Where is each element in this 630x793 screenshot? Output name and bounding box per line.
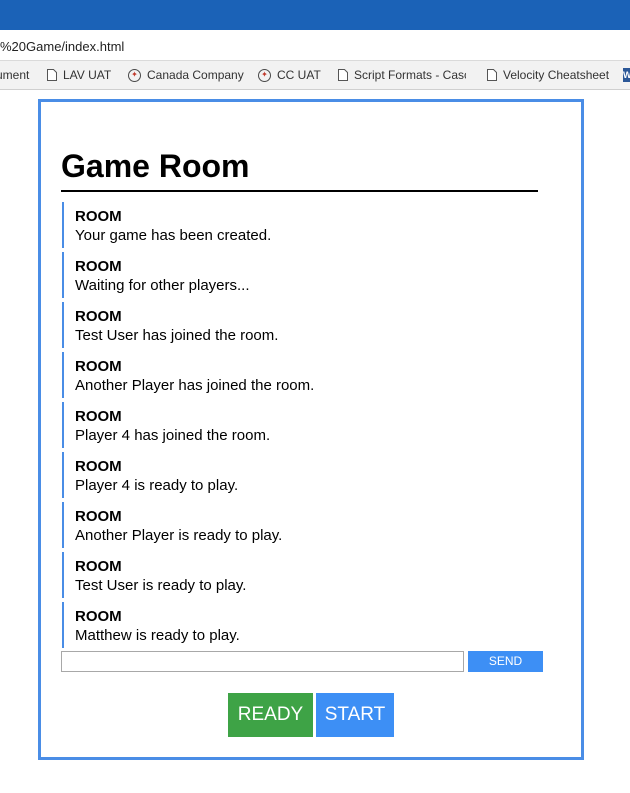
bookmark-item[interactable]: Velocity Cheatsheet <box>487 61 609 89</box>
chat-input[interactable] <box>61 651 464 672</box>
list-item: ROOM Player 4 is ready to play. <box>62 452 532 498</box>
message-sender: ROOM <box>75 258 122 275</box>
list-item: ROOM Player 4 has joined the room. <box>62 402 532 448</box>
bookmark-label: Velocity Cheatsheet <box>503 68 610 82</box>
message-text: Test User is ready to play. <box>75 577 247 594</box>
message-sender: ROOM <box>75 558 122 575</box>
list-item: ROOM Another Player has joined the room. <box>62 352 532 398</box>
bookmark-label: Canada Company <box>147 68 244 82</box>
message-sender: ROOM <box>75 308 122 325</box>
message-sender: ROOM <box>75 458 122 475</box>
bookmark-label: CC UAT <box>277 68 321 82</box>
message-text: Waiting for other players... <box>75 277 250 294</box>
bookmark-label: ument <box>0 68 30 82</box>
message-sender: ROOM <box>75 508 122 525</box>
message-list: ROOM Your game has been created. ROOM Wa… <box>62 202 532 652</box>
message-text: Test User has joined the room. <box>75 327 279 344</box>
title-divider <box>61 190 538 192</box>
message-text: Player 4 is ready to play. <box>75 477 239 494</box>
bookmark-item[interactable]: Script Formats - Casc <box>338 61 466 89</box>
document-icon <box>47 69 57 81</box>
bookmark-label: Script Formats - Casc <box>354 68 466 82</box>
document-icon <box>338 69 348 81</box>
address-bar[interactable]: %20Game/index.html <box>0 34 630 61</box>
bookmark-item[interactable]: ✦ CC UAT <box>258 61 321 89</box>
list-item: ROOM Matthew is ready to play. <box>62 602 532 648</box>
browser-title-bar <box>0 0 630 30</box>
game-room-panel: Game Room ROOM Your game has been create… <box>38 99 584 760</box>
list-item: ROOM Another Player is ready to play. <box>62 502 532 548</box>
message-text: Player 4 has joined the room. <box>75 427 271 444</box>
bookmark-label: LAV UAT <box>63 68 112 82</box>
bookmarks-bar: ument LAV UAT ✦ Canada Company ✦ CC UAT … <box>0 61 630 90</box>
message-text: Matthew is ready to play. <box>75 627 240 644</box>
maple-leaf-icon: ✦ <box>258 68 271 82</box>
document-icon <box>487 69 497 81</box>
list-item: ROOM Test User is ready to play. <box>62 552 532 598</box>
bookmark-item[interactable]: ✦ Canada Company <box>128 61 244 89</box>
bookmark-item[interactable]: LAV UAT <box>47 61 111 89</box>
list-item: ROOM Test User has joined the room. <box>62 302 532 348</box>
maple-leaf-icon: ✦ <box>128 68 141 82</box>
message-sender: ROOM <box>75 608 122 625</box>
list-item: ROOM Waiting for other players... <box>62 252 532 298</box>
start-button[interactable]: START <box>316 693 394 737</box>
word-icon: W <box>623 68 630 82</box>
send-button[interactable]: SEND <box>468 651 543 672</box>
list-item: ROOM Your game has been created. <box>62 202 532 248</box>
message-sender: ROOM <box>75 208 122 225</box>
message-text: Another Player has joined the room. <box>75 377 315 394</box>
bookmark-item[interactable]: ument <box>0 61 29 89</box>
page-title: Game Room <box>61 148 250 184</box>
message-text: Your game has been created. <box>75 227 272 244</box>
message-sender: ROOM <box>75 358 122 375</box>
ready-button[interactable]: READY <box>228 693 313 737</box>
message-sender: ROOM <box>75 408 122 425</box>
bookmark-item[interactable]: W <box>623 61 630 89</box>
message-text: Another Player is ready to play. <box>75 527 283 544</box>
address-url: %20Game/index.html <box>0 39 125 54</box>
